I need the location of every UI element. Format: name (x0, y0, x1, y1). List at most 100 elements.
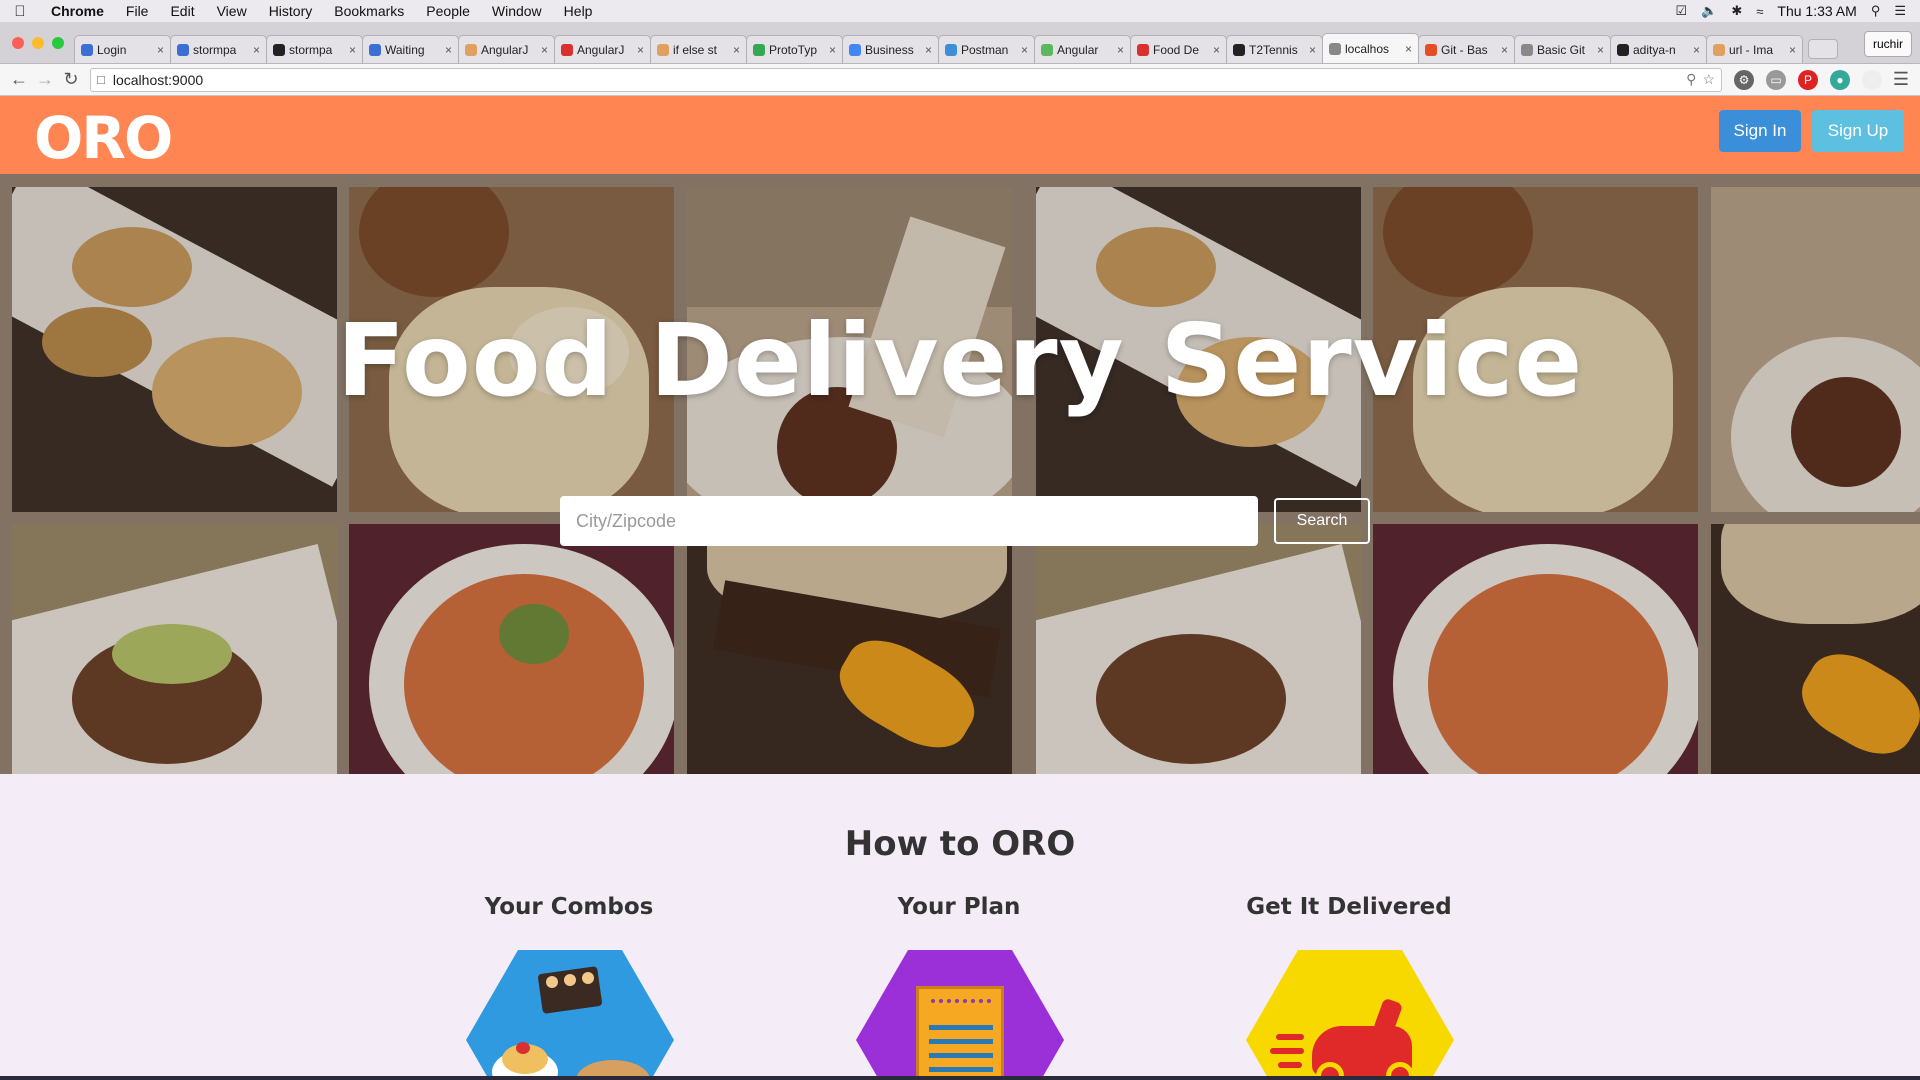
close-window-button[interactable] (12, 37, 24, 49)
apple-icon[interactable]:  (0, 3, 40, 20)
tab-title: Angular (1057, 42, 1099, 57)
browser-tab[interactable]: stormpa × (266, 35, 363, 63)
reload-icon[interactable]: ↻ (58, 69, 84, 90)
cast-icon[interactable]: ▭ (1766, 69, 1786, 90)
tab-favicon-icon (1617, 43, 1629, 56)
tab-close-icon[interactable]: × (1789, 43, 1796, 57)
tab-title: stormpa (193, 42, 237, 57)
menu-history[interactable]: History (258, 3, 324, 19)
tab-close-icon[interactable]: × (157, 43, 164, 57)
menu-view[interactable]: View (206, 3, 258, 19)
bluetooth-icon[interactable]: ✱ (1731, 3, 1742, 19)
city-zipcode-input[interactable] (560, 496, 1258, 546)
browser-tab[interactable]: Basic Git × (1514, 35, 1611, 63)
browser-tab[interactable]: Food De × (1130, 35, 1227, 63)
menu-file[interactable]: File (115, 3, 160, 19)
address-bar[interactable]: □ localhost:9000 ⚲ ☆ (90, 67, 1722, 92)
tab-close-icon[interactable]: × (541, 43, 548, 57)
zoom-window-button[interactable] (52, 37, 64, 49)
tab-favicon-icon (849, 43, 861, 56)
browser-tab[interactable]: stormpa × (170, 35, 267, 63)
tab-close-icon[interactable]: × (1021, 43, 1028, 57)
macos-menubar:  Chrome File Edit View History Bookmark… (0, 0, 1920, 22)
tab-close-icon[interactable]: × (1501, 43, 1508, 57)
menu-people[interactable]: People (415, 3, 481, 19)
oro-logo[interactable]: ORO (34, 104, 173, 172)
browser-tab[interactable]: T2Tennis × (1226, 35, 1323, 63)
tab-title: stormpa (289, 42, 333, 57)
browser-tab[interactable]: url - Ima × (1706, 35, 1803, 63)
browser-tab[interactable]: ProtoTyp × (746, 35, 843, 63)
globe-extension-icon[interactable]: ● (1830, 69, 1850, 90)
browser-tab-strip: Login × stormpa × stormpa × Waiting × AngularJ × A… (0, 22, 1920, 64)
tab-title: Basic Git (1537, 42, 1586, 57)
tab-close-icon[interactable]: × (1213, 43, 1220, 57)
tab-close-icon[interactable]: × (1405, 42, 1412, 56)
tab-favicon-icon (1329, 42, 1341, 55)
tab-close-icon[interactable]: × (1597, 43, 1604, 57)
tab-close-icon[interactable]: × (637, 43, 644, 57)
tab-close-icon[interactable]: × (1117, 43, 1124, 57)
tab-close-icon[interactable]: × (733, 43, 740, 57)
search-button[interactable]: Search (1274, 498, 1370, 544)
step-title-delivered: Get It Delivered (1246, 894, 1452, 920)
menu-help[interactable]: Help (553, 3, 604, 19)
tab-close-icon[interactable]: × (1309, 43, 1316, 57)
blank-extension-icon[interactable] (1862, 69, 1882, 90)
tab-close-icon[interactable]: × (349, 43, 356, 57)
menu-app-chrome[interactable]: Chrome (40, 3, 115, 19)
menu-bookmarks[interactable]: Bookmarks (323, 3, 415, 19)
how-to-section: How to ORO Your Combos Your Plan Get It … (0, 774, 1920, 1080)
clock[interactable]: Thu 1:33 AM (1777, 3, 1856, 19)
forward-arrow-icon[interactable]: → (32, 69, 58, 90)
plan-document-icon (916, 986, 1004, 1080)
notification-center-icon[interactable]: ☰ (1894, 3, 1906, 19)
tab-close-icon[interactable]: × (253, 43, 260, 57)
browser-tab[interactable]: AngularJ × (458, 35, 555, 63)
spotlight-search-icon[interactable]: ⚲ (1871, 3, 1881, 19)
delivery-scooter-icon (1246, 950, 1454, 1080)
minimize-window-button[interactable] (32, 37, 44, 49)
extension-icon[interactable]: ⚙ (1734, 69, 1754, 90)
browser-tab[interactable]: Login × (74, 35, 171, 63)
browser-tab[interactable]: Git - Bas × (1418, 35, 1515, 63)
key-icon[interactable]: ⚲ (1686, 71, 1696, 88)
browser-tab[interactable]: aditya-n × (1610, 35, 1707, 63)
plan-hexagon[interactable] (856, 950, 1064, 1080)
menu-window[interactable]: Window (481, 3, 553, 19)
browser-tab[interactable]: if else st × (650, 35, 747, 63)
tab-close-icon[interactable]: × (829, 43, 836, 57)
browser-tab[interactable]: Angular × (1034, 35, 1131, 63)
page-info-icon[interactable]: □ (97, 72, 105, 87)
browser-tab[interactable]: Business × (842, 35, 939, 63)
bottom-edge (0, 1076, 1920, 1080)
browser-tab[interactable]: Postman × (938, 35, 1035, 63)
sign-up-button[interactable]: Sign Up (1812, 110, 1904, 152)
tab-title: Business (865, 42, 914, 57)
new-tab-button[interactable] (1808, 39, 1838, 59)
volume-icon[interactable]: 🔈 (1701, 3, 1717, 19)
omnibox-actions: ⚲ ☆ (1686, 71, 1715, 88)
profile-button[interactable]: ruchir (1863, 31, 1912, 57)
wifi-icon[interactable]: ≈ (1756, 4, 1763, 19)
url-text[interactable]: localhost:9000 (113, 72, 203, 88)
tab-favicon-icon (1233, 43, 1245, 56)
browser-toolbar: ← → ↻ □ localhost:9000 ⚲ ☆ ⚙ ▭ P ● ☰ (0, 64, 1920, 96)
tab-close-icon[interactable]: × (925, 43, 932, 57)
back-arrow-icon[interactable]: ← (6, 69, 32, 90)
tab-close-icon[interactable]: × (1693, 43, 1700, 57)
delivered-hexagon[interactable] (1246, 950, 1454, 1080)
browser-tab[interactable]: AngularJ × (554, 35, 651, 63)
menu-edit[interactable]: Edit (159, 3, 205, 19)
chrome-menu-icon[interactable]: ☰ (1888, 69, 1914, 90)
tab-close-icon[interactable]: × (445, 43, 452, 57)
pinterest-icon[interactable]: P (1798, 69, 1818, 90)
sign-in-button[interactable]: Sign In (1719, 110, 1801, 152)
checkmark-status-icon[interactable]: ☑ (1676, 3, 1688, 19)
tab-title: localhos (1345, 41, 1390, 56)
site-header: ORO Sign In Sign Up (0, 96, 1920, 174)
combos-hexagon[interactable] (466, 950, 674, 1080)
browser-tab[interactable]: Waiting × (362, 35, 459, 63)
bookmark-star-icon[interactable]: ☆ (1702, 71, 1715, 88)
browser-tab[interactable]: localhos × (1322, 33, 1419, 63)
